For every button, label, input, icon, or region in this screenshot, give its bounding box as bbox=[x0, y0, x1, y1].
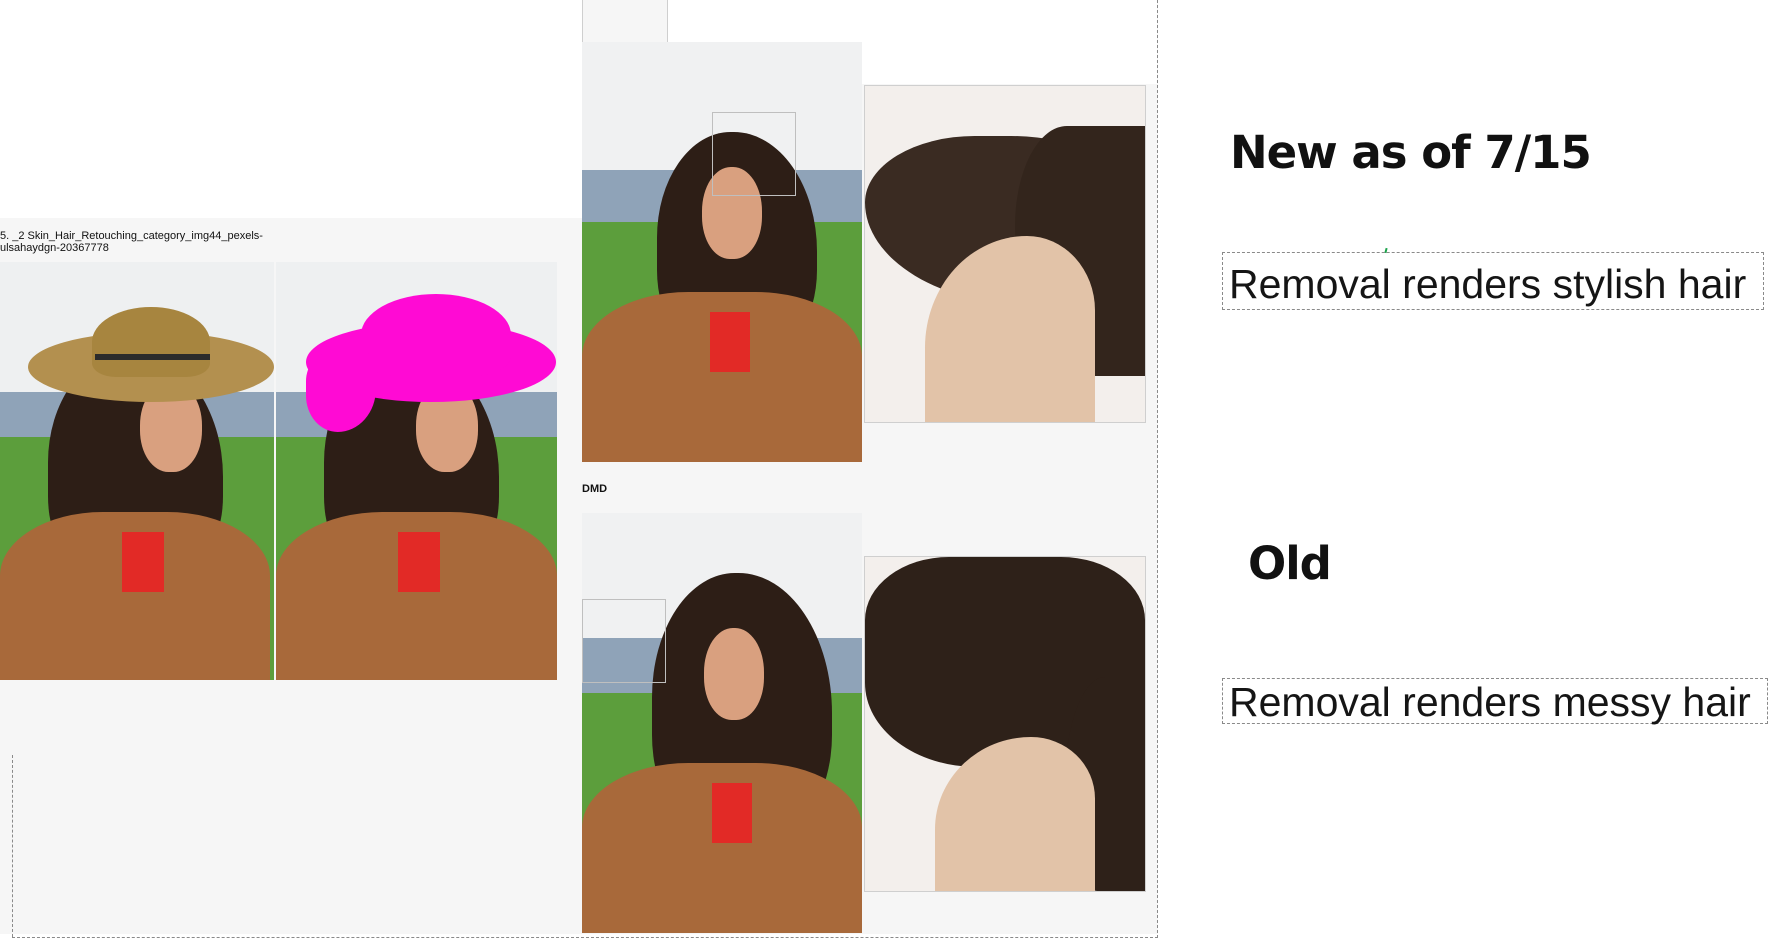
new-heading: New as of 7/15 bbox=[1230, 126, 1592, 179]
canvas-top-cell bbox=[582, 0, 668, 42]
old-note-text: Removal renders messy hair bbox=[1229, 679, 1751, 725]
original-photo[interactable] bbox=[0, 262, 274, 680]
old-result-photo[interactable] bbox=[582, 513, 862, 933]
new-result-photo[interactable] bbox=[582, 42, 862, 462]
old-hair-crop[interactable] bbox=[864, 556, 1146, 892]
new-hair-crop[interactable] bbox=[864, 85, 1146, 423]
canvas-border bbox=[12, 755, 13, 937]
section-label: DMD bbox=[582, 483, 608, 495]
canvas-border bbox=[1157, 0, 1158, 938]
new-note-textbox[interactable]: Removal renders stylish hair bbox=[1222, 252, 1764, 310]
old-heading: Old bbox=[1248, 537, 1332, 590]
selection-box[interactable] bbox=[582, 599, 666, 683]
image-caption-continued: ulsahaydgn-20367778 bbox=[0, 242, 109, 254]
masked-photo[interactable] bbox=[276, 262, 557, 680]
selection-box[interactable] bbox=[712, 112, 796, 196]
image-caption: 5. _2 Skin_Hair_Retouching_category_img4… bbox=[0, 230, 263, 242]
old-note-textbox[interactable]: Removal renders messy hair bbox=[1222, 678, 1768, 725]
new-note-text: Removal renders stylish hair bbox=[1229, 261, 1747, 307]
canvas-white-area bbox=[0, 0, 582, 218]
